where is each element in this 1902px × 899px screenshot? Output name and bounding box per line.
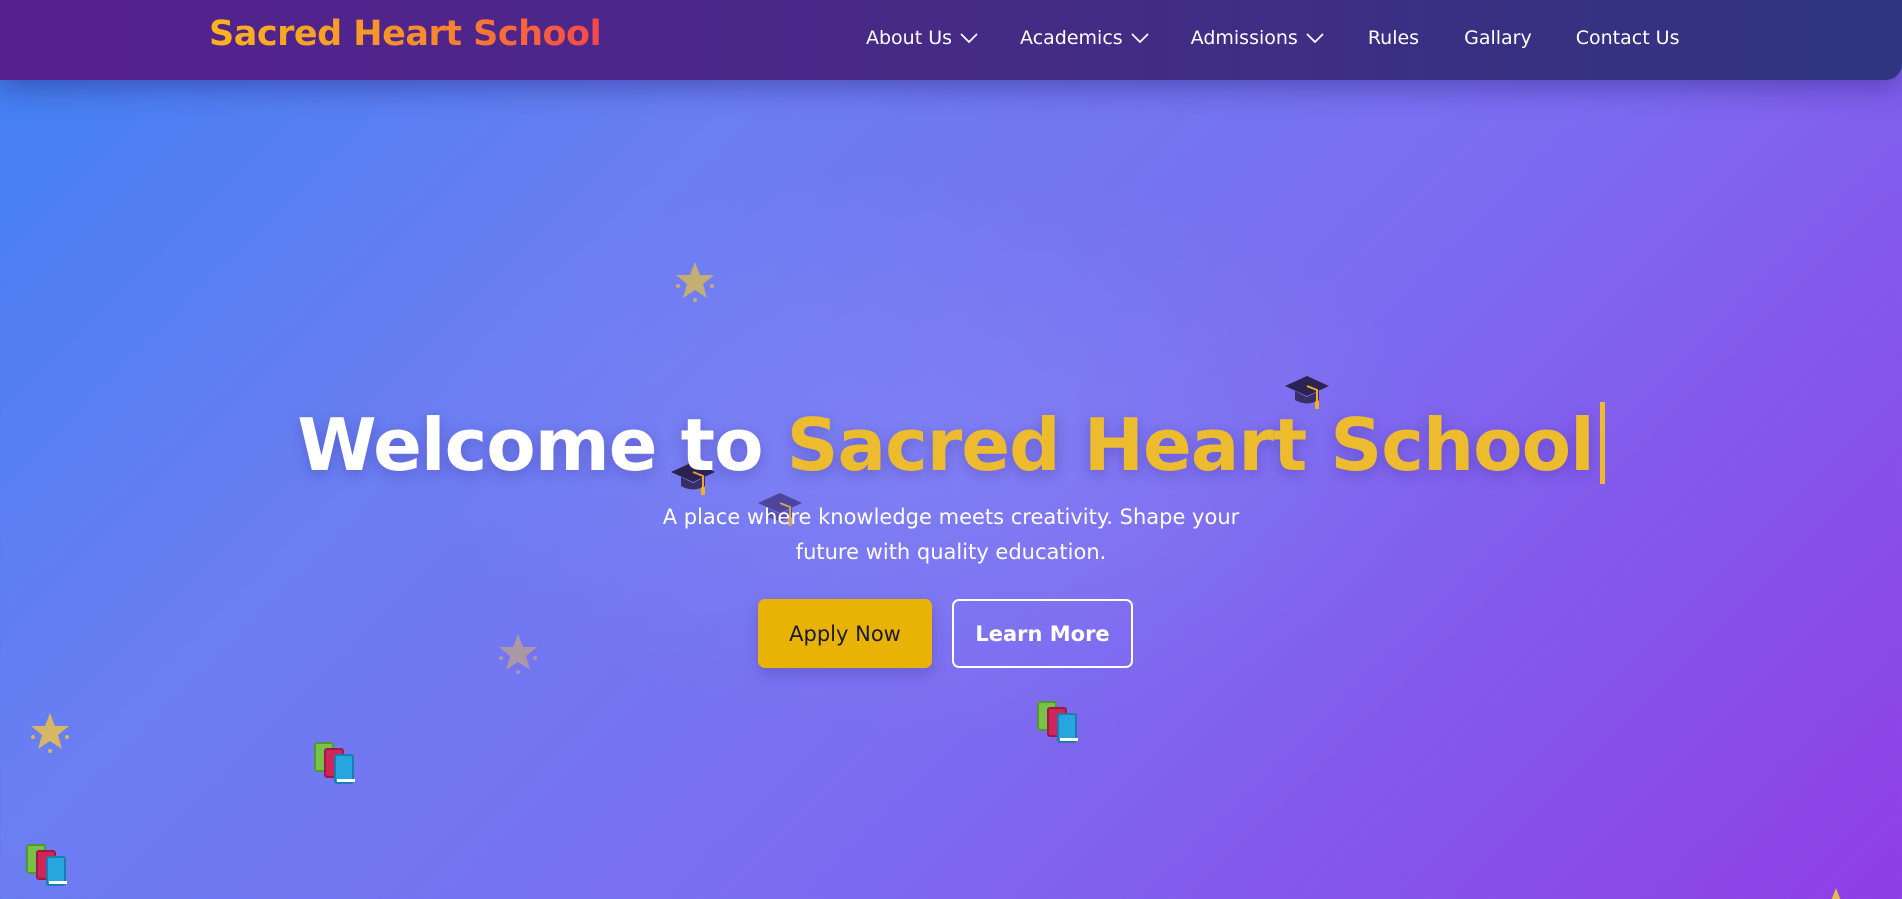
hero-title: Welcome to Sacred Heart School [0, 402, 1902, 487]
nav-item-admissions[interactable]: Admissions [1191, 27, 1324, 49]
apply-now-button[interactable]: Apply Now [758, 599, 932, 668]
hero-title-highlight: Sacred Heart School [786, 403, 1595, 487]
brand-logo[interactable]: Sacred Heart School [209, 14, 602, 54]
navbar: Sacred Heart School About Us Academics A… [0, 0, 1902, 80]
nav-item-about-us[interactable]: About Us [866, 27, 978, 49]
star-icon [1813, 884, 1859, 899]
nav-item-academics[interactable]: Academics [1020, 27, 1149, 49]
nav-item-label: Admissions [1190, 27, 1298, 49]
nav-item-contact-us[interactable]: Contact Us [1576, 27, 1680, 49]
books-icon [25, 843, 73, 889]
nav-item-label: Contact Us [1575, 27, 1680, 49]
star-icon [27, 709, 73, 755]
nav-item-label: Academics [1020, 27, 1123, 49]
nav-links: About Us Academics Admissions Rules Gall… [866, 22, 1680, 54]
chevron-down-icon [960, 33, 978, 44]
nav-item-rules[interactable]: Rules [1368, 27, 1419, 49]
nav-item-label: Rules [1367, 27, 1420, 49]
nav-item-gallary[interactable]: Gallary [1464, 27, 1532, 49]
books-icon [313, 741, 361, 787]
star-icon [495, 630, 541, 676]
chevron-down-icon [1306, 33, 1324, 44]
nav-item-label: Gallary [1464, 27, 1532, 49]
hero-title-prefix: Welcome to [297, 403, 787, 487]
books-icon [1036, 700, 1084, 746]
learn-more-button[interactable]: Learn More [952, 599, 1133, 668]
nav-item-label: About Us [866, 27, 953, 49]
chevron-down-icon [1131, 33, 1149, 44]
hero-subtitle: A place where knowledge meets creativity… [662, 505, 1240, 564]
star-icon [672, 258, 718, 304]
typing-cursor [1599, 402, 1605, 484]
